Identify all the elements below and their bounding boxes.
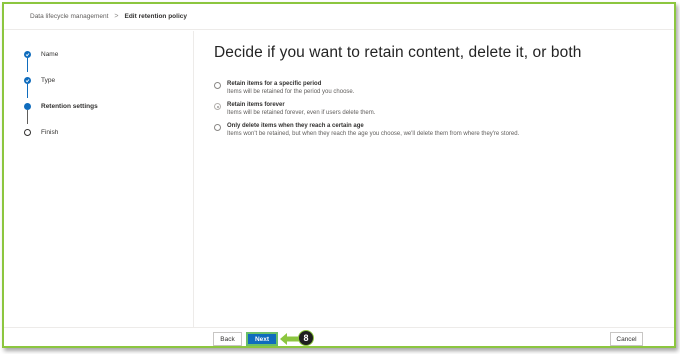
next-button[interactable]: Next <box>246 332 278 346</box>
retention-options-radio-group: Retain items for a specific period Items… <box>214 80 654 138</box>
option-title: Retain items for a specific period <box>227 81 322 87</box>
step-name[interactable]: Name <box>24 47 58 61</box>
app-window: Data lifecycle management > Edit retenti… <box>2 2 676 348</box>
wizard-footer: Back Next 8 Cancel <box>4 327 674 346</box>
breadcrumb-current: Edit retention policy <box>124 13 187 20</box>
option-retain-specific-period[interactable]: Retain items for a specific period Items… <box>214 80 654 96</box>
option-description: Items will be retained forever, even if … <box>227 110 376 116</box>
step-label: Name <box>41 50 59 58</box>
step-finish[interactable]: Finish <box>24 125 58 139</box>
step-type[interactable]: Type <box>24 73 55 87</box>
checkmark-icon <box>24 76 31 84</box>
callout-number-badge: 8 <box>298 330 314 346</box>
breadcrumb-data-lifecycle-link[interactable]: Data lifecycle management <box>30 13 108 20</box>
radio-button-selected[interactable] <box>214 103 221 110</box>
checkmark-icon <box>24 50 31 58</box>
wizard-steps-sidebar: Name Type Retention settings Finish <box>4 31 194 328</box>
step-retention-settings[interactable]: Retention settings <box>24 99 98 113</box>
back-button[interactable]: Back <box>213 332 242 346</box>
pending-step-circle-icon <box>24 128 31 136</box>
option-only-delete[interactable]: Only delete items when they reach a cert… <box>214 122 654 138</box>
option-title: Only delete items when they reach a cert… <box>227 123 364 129</box>
radio-button[interactable] <box>214 82 221 89</box>
option-description: Items will be retained for the period yo… <box>227 89 355 95</box>
cancel-button[interactable]: Cancel <box>610 332 643 346</box>
option-retain-forever[interactable]: Retain items forever Items will be retai… <box>214 101 654 117</box>
main-content: Decide if you want to retain content, de… <box>214 44 654 143</box>
callout-arrow-icon <box>280 333 300 345</box>
option-title: Retain items forever <box>227 102 285 108</box>
option-description: Items won't be retained, but when they r… <box>227 131 520 137</box>
breadcrumb: Data lifecycle management > Edit retenti… <box>4 4 674 30</box>
step-label: Type <box>41 76 56 84</box>
current-step-dot-icon <box>24 102 31 110</box>
breadcrumb-separator: > <box>114 13 119 20</box>
page-title: Decide if you want to retain content, de… <box>214 44 582 61</box>
step-label: Retention settings <box>41 102 98 110</box>
radio-button[interactable] <box>214 124 221 131</box>
step-label: Finish <box>41 128 59 136</box>
